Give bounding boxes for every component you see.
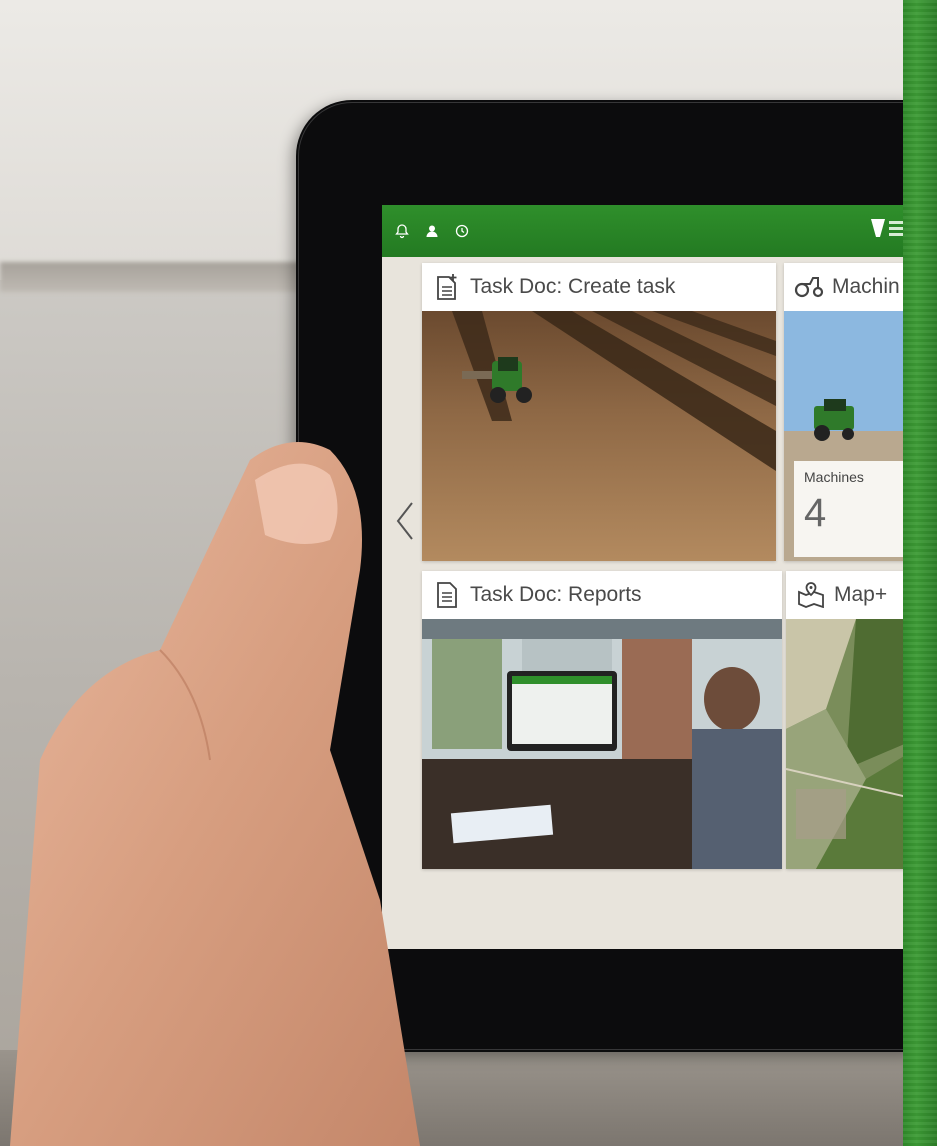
clock-icon[interactable] [452,221,472,241]
chevron-left-icon [394,501,416,546]
machines-count-box: Machines 4 [794,461,903,557]
tile-title: Task Doc: Create task [470,275,676,298]
tile-task-doc-reports[interactable]: Task Doc: Reports [422,571,782,869]
user-icon[interactable] [422,221,442,241]
tile-header: Task Doc: Reports [422,571,782,619]
brand-logo-icon [867,217,903,239]
app-top-bar [382,205,903,257]
tile-title: Map+ [834,583,888,606]
tile-machines[interactable]: Machin Machines 4 [784,263,903,561]
field-tractor-image [422,311,776,561]
tile-header: Map+ [786,571,903,619]
tile-map-plus[interactable]: Map+ [786,571,903,869]
office-report-image [422,619,782,869]
tile-task-doc-create[interactable]: Task Doc: Create task [422,263,776,561]
map-pin-icon [796,580,826,610]
document-add-icon [432,272,462,302]
decorative-green-strip [903,0,937,1146]
document-icon [432,580,462,610]
tile-header: Task Doc: Create task [422,263,776,311]
strip-texture [903,0,937,1146]
bell-icon[interactable] [392,221,412,241]
back-button[interactable] [390,501,420,545]
tile-title: Task Doc: Reports [470,583,642,606]
machines-count-label: Machines [804,469,864,485]
tablet-screen: Task Doc: Create task Machin Machines 4 … [382,205,903,949]
tile-title: Machin [832,275,900,298]
machines-count-value: 4 [804,491,827,535]
tractor-icon [794,272,824,302]
tile-header: Machin [784,263,903,311]
background-floor [0,1050,937,1146]
map-aerial-image [786,619,903,869]
